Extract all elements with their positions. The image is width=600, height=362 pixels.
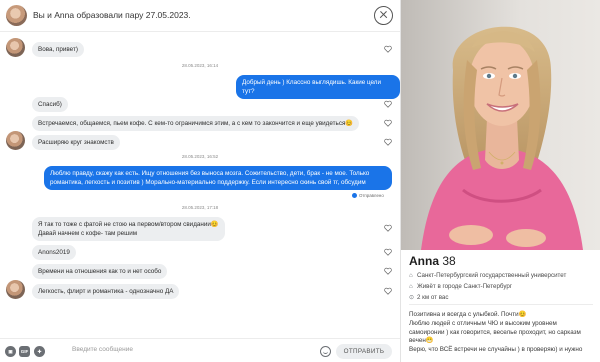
education-icon: ⌂ bbox=[409, 272, 413, 279]
profile-university: ⌂ Санкт-Петербургский государственный уни… bbox=[409, 272, 566, 279]
message-outgoing: Добрый день ) Классно выглядишь. Какие ц… bbox=[236, 75, 400, 99]
message-input[interactable]: Введите сообщение bbox=[72, 346, 133, 353]
avatar[interactable] bbox=[6, 131, 25, 150]
like-heart-icon[interactable] bbox=[384, 224, 392, 232]
like-heart-icon[interactable] bbox=[384, 138, 392, 146]
delivery-status: Отправлено bbox=[352, 193, 384, 199]
like-heart-icon[interactable] bbox=[384, 119, 392, 127]
profile-university-label: Санкт-Петербургский государственный унив… bbox=[417, 272, 567, 279]
profile-first-name: Anna bbox=[409, 254, 439, 268]
like-heart-icon[interactable] bbox=[384, 267, 392, 275]
delivery-status-label: Отправлено bbox=[359, 193, 384, 198]
bio-line: вечен😁 bbox=[409, 337, 434, 345]
message-list: Вова, привет) 28.05.2023, 16:14 Добрый д… bbox=[0, 32, 400, 336]
message-incoming: Времени на отношения как то и нет особо bbox=[32, 264, 168, 279]
sent-check-icon bbox=[352, 193, 357, 199]
emoji-icon[interactable] bbox=[320, 346, 331, 357]
chat-header: Вы и Anna образовали пару 27.05.2023. bbox=[0, 0, 400, 32]
profile-city-label: Живёт в городе Санкт-Петербург bbox=[417, 283, 513, 290]
like-heart-icon[interactable] bbox=[384, 287, 392, 295]
message-incoming: Вова, привет) bbox=[32, 42, 84, 57]
profile-distance: ⊙ 2 км от вас bbox=[409, 294, 448, 301]
message-incoming: Anons2019 bbox=[32, 245, 76, 260]
message-incoming: Расширяю круг знакомств bbox=[32, 135, 120, 150]
message-line: Давай начнем с кофе- там решим bbox=[38, 230, 138, 237]
bio-line: Позитивна и всегда с улыбкой. Почти😊 bbox=[409, 311, 527, 318]
like-heart-icon[interactable] bbox=[384, 100, 392, 108]
avatar[interactable] bbox=[6, 38, 25, 57]
home-icon: ⌂ bbox=[409, 283, 413, 290]
bio-line: Люблю людей с отличным ЧЮ и высоким уров… bbox=[409, 319, 557, 327]
profile-photo-illustration bbox=[401, 0, 600, 250]
photo-icon[interactable]: ▣ bbox=[5, 346, 16, 357]
message-incoming: Встречаемся, общаемся, пьем кофе. С кем-… bbox=[32, 116, 360, 131]
profile-panel: Anna 38 ⌂ Санкт-Петербургский государстве… bbox=[400, 0, 600, 362]
message-incoming: Спасиб) bbox=[32, 97, 68, 112]
profile-city: ⌂ Живёт в городе Санкт-Петербург bbox=[409, 283, 512, 290]
avatar[interactable] bbox=[6, 280, 25, 299]
profile-bio: Позитивна и всегда с улыбкой. Почти😊 Люб… bbox=[409, 311, 597, 355]
like-heart-icon[interactable] bbox=[384, 248, 392, 256]
close-icon[interactable] bbox=[374, 6, 393, 25]
message-outgoing: Люблю правду, скажу как есть. Ищу отноше… bbox=[44, 166, 392, 190]
send-button[interactable]: ОТПРАВИТЬ bbox=[336, 344, 392, 359]
profile-name: Anna 38 bbox=[409, 254, 456, 268]
message-line: романтика, легкость и позитив ) Морально… bbox=[50, 179, 366, 186]
divider bbox=[409, 304, 593, 305]
message-incoming: Я так то тоже с фатой не стою на первом/… bbox=[32, 217, 225, 241]
message-line: Я так то тоже с фатой не стою на первом/… bbox=[38, 221, 219, 228]
message-line: Люблю правду, скажу как есть. Ищу отноше… bbox=[50, 170, 370, 177]
message-incoming: Легкость, флирт и романтика - однозначно… bbox=[32, 284, 180, 299]
chat-panel: Вы и Anna образовали пару 27.05.2023. Во… bbox=[0, 0, 400, 362]
profile-distance-label: 2 км от вас bbox=[417, 294, 449, 301]
bio-line: Верю, что ВСЁ встречи не случайны ) в пр… bbox=[409, 346, 583, 354]
match-title: Вы и Anna образовали пару 27.05.2023. bbox=[33, 10, 191, 20]
timestamp: 28.05.2023, 17:18 bbox=[181, 205, 219, 210]
profile-age: 38 bbox=[442, 254, 456, 268]
timestamp: 28.05.2023, 16:14 bbox=[181, 63, 219, 68]
like-heart-icon[interactable] bbox=[384, 45, 392, 53]
profile-photo[interactable] bbox=[401, 0, 600, 250]
gif-icon[interactable]: GIF bbox=[19, 346, 30, 357]
timestamp: 28.05.2023, 16:52 bbox=[181, 154, 219, 159]
location-pin-icon: ⊙ bbox=[409, 294, 415, 301]
bio-line: самоиронии ) как говорится, веселье прох… bbox=[409, 328, 581, 336]
message-composer: ▣ GIF ✚ Введите сообщение ОТПРАВИТЬ bbox=[0, 338, 400, 362]
gift-icon[interactable]: ✚ bbox=[34, 346, 45, 357]
avatar[interactable] bbox=[6, 5, 27, 26]
